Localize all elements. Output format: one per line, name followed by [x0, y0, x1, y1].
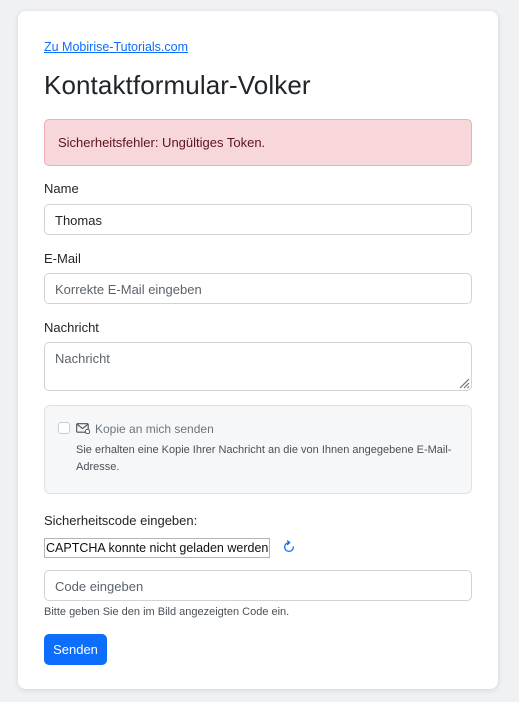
message-textarea[interactable]: Nachricht [44, 342, 472, 391]
name-label: Name [44, 181, 79, 196]
captcha-error-text: CAPTCHA konnte nicht geladen werden [46, 541, 269, 555]
captcha-code-input[interactable]: Code eingeben [44, 570, 472, 601]
name-value: Thomas [55, 213, 102, 228]
message-label: Nachricht [44, 320, 99, 335]
captcha-code-placeholder: Code eingeben [55, 579, 144, 594]
email-placeholder: Korrekte E-Mail eingeben [55, 282, 202, 297]
alert-message: Sicherheitsfehler: Ungültiges Token. [58, 135, 266, 150]
email-field[interactable]: Korrekte E-Mail eingeben [44, 273, 472, 304]
copy-option-box: Kopie an mich senden Sie erhalten eine K… [44, 405, 472, 494]
message-placeholder: Nachricht [55, 351, 110, 366]
security-error-alert: Sicherheitsfehler: Ungültiges Token. [44, 119, 472, 166]
captcha-label: Sicherheitscode eingeben: [44, 513, 198, 528]
copy-option-help: Sie erhalten eine Kopie Ihrer Nachricht … [76, 444, 452, 473]
captcha-image: CAPTCHA konnte nicht geladen werden [44, 538, 271, 558]
envelope-icon [76, 423, 90, 434]
resize-handle-icon[interactable] [458, 377, 470, 389]
page-title: Kontaktformular-Volker [44, 70, 311, 100]
copy-checkbox[interactable] [58, 422, 70, 434]
name-field[interactable]: Thomas [44, 204, 472, 235]
copy-option-label[interactable]: Kopie an mich senden [95, 422, 214, 436]
refresh-icon[interactable] [282, 540, 296, 554]
tutorials-link[interactable]: Zu Mobirise-Tutorials.com [44, 40, 188, 54]
send-button[interactable]: Senden [44, 634, 107, 665]
email-label: E-Mail [44, 251, 81, 266]
contact-form-card: Zu Mobirise-Tutorials.com Kontaktformula… [18, 11, 498, 689]
captcha-help-text: Bitte geben Sie den im Bild angezeigten … [44, 606, 290, 618]
